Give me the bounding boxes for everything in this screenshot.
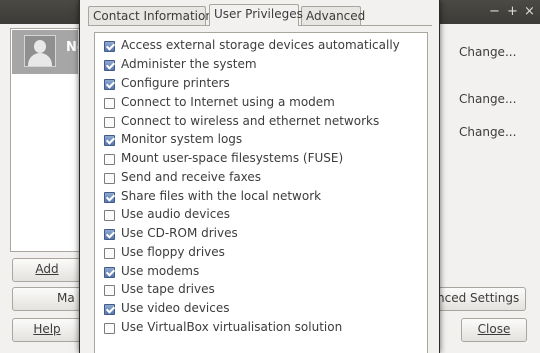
- privilege-item[interactable]: Send and receive faxes: [103, 169, 423, 187]
- privilege-item[interactable]: Use floppy drives: [103, 244, 423, 262]
- privilege-label: Mount user-space filesystems (FUSE): [121, 151, 344, 165]
- privilege-item[interactable]: Configure printers: [103, 75, 423, 93]
- avatar-head-icon: [34, 40, 46, 53]
- privilege-label: Configure printers: [121, 76, 230, 90]
- checkbox[interactable]: [104, 192, 115, 203]
- checkbox[interactable]: [104, 79, 115, 90]
- privilege-label: Monitor system logs: [121, 132, 243, 146]
- privilege-label: Connect to wireless and ethernet network…: [121, 114, 380, 128]
- privilege-label: Use tape drives: [121, 282, 215, 296]
- privileges-list: Access external storage devices automati…: [94, 32, 428, 353]
- manage-button[interactable]: Ma: [12, 287, 82, 311]
- privilege-label: Use audio devices: [121, 207, 230, 221]
- privilege-label: Administer the system: [121, 57, 257, 71]
- checkbox[interactable]: [104, 41, 115, 52]
- help-button[interactable]: Help: [12, 318, 82, 342]
- help-button-label: Help: [33, 322, 61, 336]
- privilege-item[interactable]: Use video devices: [103, 300, 423, 318]
- close-icon[interactable]: ×: [524, 4, 535, 19]
- close-button-label: Close: [477, 322, 511, 336]
- checkbox[interactable]: [104, 98, 115, 109]
- advanced-settings-label: nced Settings: [437, 291, 520, 305]
- privilege-label: Access external storage devices automati…: [121, 38, 400, 52]
- checkbox[interactable]: [104, 210, 115, 221]
- tab-user-privileges[interactable]: User Privileges: [209, 4, 303, 26]
- tab-contact-information[interactable]: Contact Information: [88, 6, 213, 25]
- user-properties-dialog: Contact Information User Privileges Adva…: [79, 0, 440, 353]
- checkbox[interactable]: [104, 173, 115, 184]
- change-link-2[interactable]: Change...: [459, 92, 516, 106]
- privilege-label: Send and receive faxes: [121, 170, 262, 184]
- privilege-item[interactable]: Mount user-space filesystems (FUSE): [103, 150, 423, 168]
- checkbox[interactable]: [104, 60, 115, 71]
- privilege-label: Share files with the local network: [121, 189, 322, 203]
- privilege-item[interactable]: Use VirtualBox virtualisation solution: [103, 319, 423, 337]
- change-link-3[interactable]: Change...: [459, 125, 516, 139]
- privilege-item[interactable]: Monitor system logs: [103, 131, 423, 149]
- checkbox[interactable]: [104, 285, 115, 296]
- manage-button-label: Ma: [57, 291, 75, 305]
- checkbox[interactable]: [104, 117, 115, 128]
- privilege-label: Connect to Internet using a modem: [121, 95, 335, 109]
- maximize-icon[interactable]: +: [507, 4, 518, 19]
- avatar-body-icon: [28, 53, 52, 66]
- checkbox[interactable]: [104, 323, 115, 334]
- privilege-item[interactable]: Connect to wireless and ethernet network…: [103, 113, 423, 131]
- privilege-item[interactable]: Connect to Internet using a modem: [103, 94, 423, 112]
- checkbox[interactable]: [104, 135, 115, 146]
- avatar: [24, 35, 56, 67]
- checkbox[interactable]: [104, 304, 115, 315]
- privilege-item[interactable]: Access external storage devices automati…: [103, 37, 423, 55]
- privilege-label: Use floppy drives: [121, 245, 225, 259]
- user-row-selected[interactable]: Ne: [12, 30, 86, 74]
- privilege-item[interactable]: Share files with the local network: [103, 188, 423, 206]
- privilege-item[interactable]: Administer the system: [103, 56, 423, 74]
- tab-advanced[interactable]: Advanced: [301, 6, 365, 25]
- user-list[interactable]: Ne: [10, 28, 86, 252]
- privilege-item[interactable]: Use modems: [103, 263, 423, 281]
- privilege-item[interactable]: Use audio devices: [103, 206, 423, 224]
- close-button[interactable]: Close: [461, 318, 527, 342]
- privilege-item[interactable]: Use CD-ROM drives: [103, 225, 423, 243]
- privilege-label: Use video devices: [121, 301, 230, 315]
- checkbox[interactable]: [104, 154, 115, 165]
- advanced-settings-button[interactable]: nced Settings: [436, 287, 526, 311]
- add-button[interactable]: Add: [12, 258, 82, 282]
- checkbox[interactable]: [104, 248, 115, 259]
- change-link-1[interactable]: Change...: [459, 45, 516, 59]
- privilege-label: Use modems: [121, 264, 200, 278]
- checkbox[interactable]: [104, 267, 115, 278]
- privilege-label: Use VirtualBox virtualisation solution: [121, 320, 343, 334]
- privilege-item[interactable]: Use tape drives: [103, 281, 423, 299]
- privilege-label: Use CD-ROM drives: [121, 226, 238, 240]
- checkbox[interactable]: [104, 229, 115, 240]
- add-button-label: Add: [35, 262, 59, 276]
- minimize-icon[interactable]: −: [489, 4, 500, 19]
